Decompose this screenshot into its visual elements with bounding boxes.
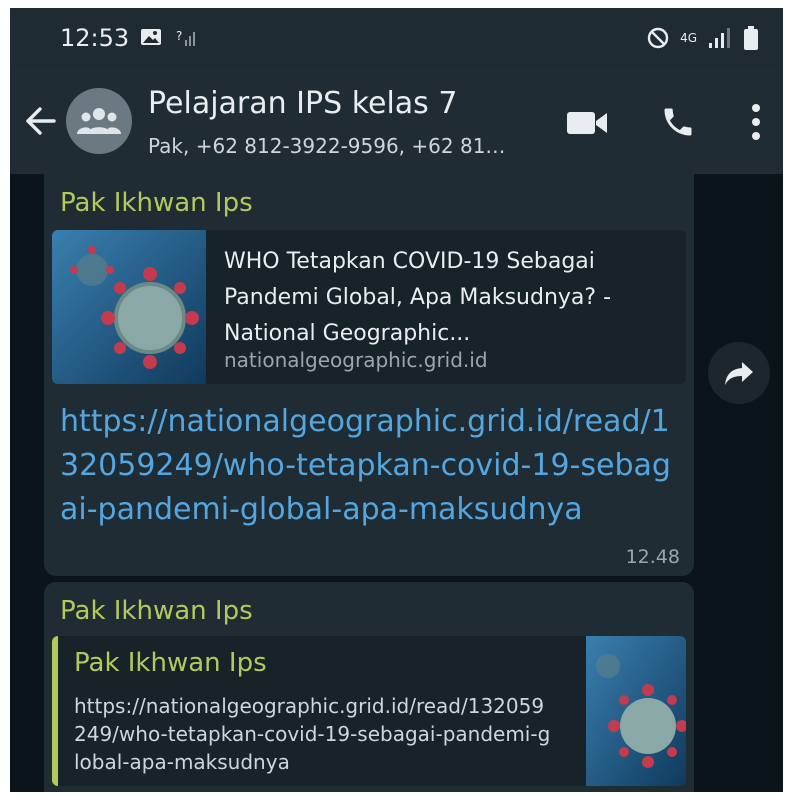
signal-strength-icon xyxy=(709,28,730,48)
virus-thumbnail-image xyxy=(586,636,686,786)
preview-domain: nationalgeographic.grid.id xyxy=(224,348,488,372)
do-not-disturb-icon xyxy=(647,27,669,49)
message-time: 12.48 xyxy=(625,546,680,568)
forward-icon xyxy=(725,362,753,385)
signal-question-icon: ? xyxy=(176,29,195,46)
status-bar: 12:53 ? 4G xyxy=(10,8,783,68)
network-type: 4G xyxy=(680,31,697,45)
battery-icon xyxy=(744,26,758,50)
quoted-text: https://nationalgeographic.grid.id/read/… xyxy=(74,694,551,774)
svg-text:?: ? xyxy=(176,29,182,43)
status-time: 12:53 xyxy=(60,24,130,52)
video-call-icon[interactable] xyxy=(566,108,608,138)
virus-thumbnail-image xyxy=(52,230,206,384)
chat-header: Pelajaran IPS kelas 7 Pak, +62 812-3922-… xyxy=(10,68,783,174)
group-avatar[interactable] xyxy=(66,88,132,154)
message-sender: Pak Ikhwan Ips xyxy=(60,188,253,218)
group-title[interactable]: Pelajaran IPS kelas 7 xyxy=(148,86,457,121)
message-list: Pak Ikhwan Ips WHO Tetapkan COVID-19 Seb… xyxy=(10,174,783,792)
message-bubble[interactable]: Pak Ikhwan Ips WHO Tetapkan COVID-19 Seb… xyxy=(44,174,694,576)
preview-title: WHO Tetapkan COVID-19 Sebagai Pandemi Gl… xyxy=(224,249,612,346)
group-avatar-icon xyxy=(77,108,121,134)
message-bubble[interactable]: Pak Ikhwan Ips Pak Ikhwan Ips https://na… xyxy=(44,582,694,792)
quoted-message[interactable]: Pak Ikhwan Ips https://nationalgeographi… xyxy=(52,636,686,786)
group-members[interactable]: Pak, +62 812-3922-9596, +62 81… xyxy=(148,134,505,158)
status-right-icons: 4G xyxy=(646,22,759,54)
phone-screen: 12:53 ? 4G Pelajaran IPS kelas 7 Pak, +6… xyxy=(10,8,783,792)
quoted-sender: Pak Ikhwan Ips xyxy=(74,648,267,678)
image-notification-icon xyxy=(141,29,161,45)
link-preview[interactable]: WHO Tetapkan COVID-19 Sebagai Pandemi Gl… xyxy=(52,230,686,384)
more-vert-icon[interactable] xyxy=(750,102,762,142)
phone-icon[interactable] xyxy=(660,104,696,140)
arrow-left-icon[interactable] xyxy=(24,104,58,138)
message-sender: Pak Ikhwan Ips xyxy=(60,596,253,626)
forward-button[interactable] xyxy=(708,342,770,404)
quote-accent-bar xyxy=(52,636,58,786)
message-link[interactable]: https://nationalgeographic.grid.id/read/… xyxy=(60,400,680,532)
